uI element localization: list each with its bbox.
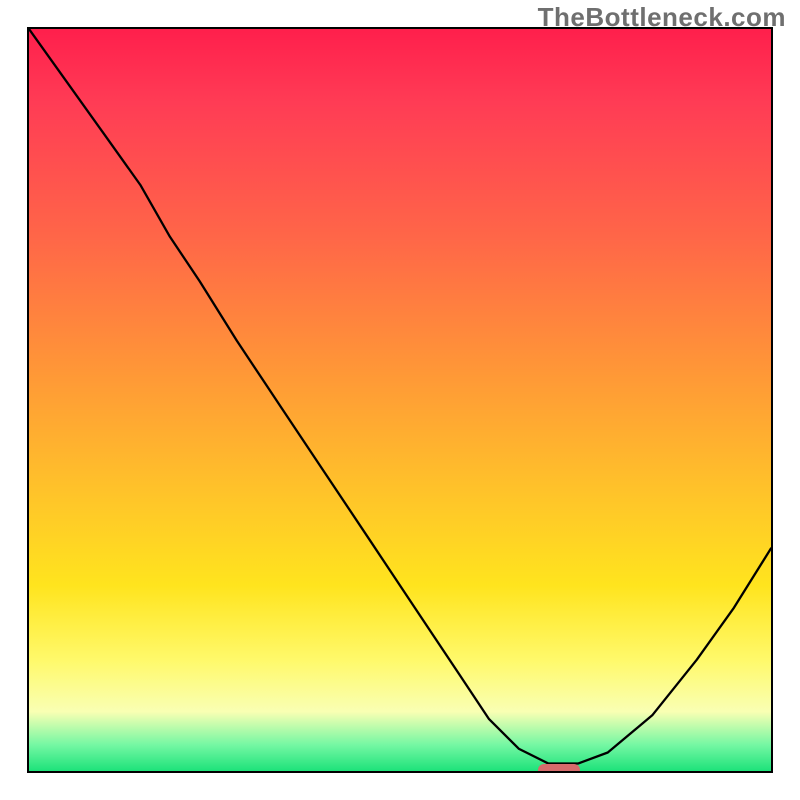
line-plot	[29, 29, 771, 771]
chart-container: TheBottleneck.com	[0, 0, 800, 800]
marker-pill	[538, 764, 580, 773]
curve-path	[29, 29, 771, 764]
plot-area	[27, 27, 773, 773]
watermark-label: TheBottleneck.com	[538, 2, 786, 33]
